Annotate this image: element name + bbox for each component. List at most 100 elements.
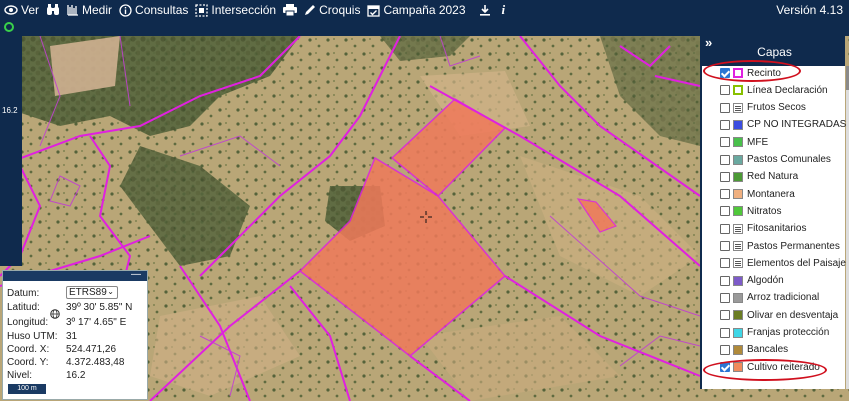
- binoculars-icon: [47, 4, 60, 15]
- layer-swatch: [733, 154, 743, 165]
- nivel-value: 16.2: [66, 370, 86, 381]
- layer-item[interactable]: Nitratos: [720, 203, 781, 219]
- coord-x-value: 524.471,26: [66, 344, 117, 355]
- coord-y-label: Coord. Y:: [7, 357, 49, 368]
- longitude-label: Longitud:: [7, 317, 49, 328]
- download-button[interactable]: [479, 4, 491, 16]
- layer-swatch: [733, 241, 743, 251]
- layer-label: Olivar en desventaja: [747, 309, 839, 321]
- layer-swatch: [733, 171, 743, 182]
- layer-checkbox[interactable]: [720, 85, 730, 96]
- secondary-strip: [0, 20, 849, 36]
- layer-label: Línea Declaración: [747, 84, 828, 96]
- eye-icon: [4, 5, 18, 15]
- layer-item[interactable]: CP NO INTEGRADAS: [720, 117, 846, 133]
- layer-item[interactable]: Montanera: [720, 186, 795, 202]
- layer-item[interactable]: Red Natura: [720, 169, 798, 185]
- info-italic-button[interactable]: i: [502, 2, 506, 18]
- layer-item[interactable]: Fitosanitarios: [720, 221, 806, 237]
- layer-swatch: [733, 223, 743, 234]
- layer-item[interactable]: MFE: [720, 134, 768, 150]
- zoom-bar[interactable]: 16.2: [0, 36, 22, 266]
- layer-checkbox[interactable]: [720, 327, 730, 338]
- scale-bar: 100 m: [7, 383, 47, 395]
- ver-button[interactable]: Ver: [4, 3, 39, 17]
- info-italic-icon: i: [501, 2, 506, 17]
- layer-swatch: [733, 327, 743, 338]
- huso-value: 31: [66, 331, 78, 342]
- coord-x-label: Coord. X:: [7, 344, 50, 355]
- medir-button[interactable]: Medir: [67, 3, 112, 17]
- highlight-recinto: [703, 60, 801, 82]
- layer-label: Pastos Permanentes: [747, 240, 840, 252]
- layers-title: Capas: [757, 45, 792, 59]
- layers-panel: » Capas Recinto Línea Declaración Frutos S…: [700, 35, 846, 389]
- layer-checkbox[interactable]: [720, 171, 730, 182]
- layer-item[interactable]: Elementos del Paisaje: [720, 255, 846, 271]
- print-button[interactable]: [283, 4, 298, 16]
- layer-item[interactable]: Arroz tradicional: [720, 290, 819, 306]
- layer-checkbox[interactable]: [720, 137, 730, 148]
- layer-label: Frutos Secos: [747, 102, 806, 114]
- campana-button[interactable]: Campaña 2023: [367, 3, 466, 17]
- layer-item[interactable]: Olivar en desventaja: [720, 307, 838, 323]
- layer-label: Algodón: [747, 275, 784, 287]
- datum-select[interactable]: ETRS89 ⌄: [66, 286, 118, 299]
- layer-swatch: [733, 119, 743, 130]
- layer-item[interactable]: Bancales: [720, 342, 788, 358]
- layer-checkbox[interactable]: [720, 189, 730, 200]
- layer-checkbox[interactable]: [720, 119, 730, 130]
- pencil-icon: [305, 5, 316, 15]
- layer-checkbox[interactable]: [720, 344, 730, 355]
- coordinates-panel-header: —: [3, 269, 147, 281]
- layer-checkbox[interactable]: [720, 292, 730, 303]
- selection-icon: [195, 3, 209, 17]
- layer-checkbox[interactable]: [720, 258, 730, 269]
- layer-checkbox[interactable]: [720, 310, 730, 321]
- layer-checkbox[interactable]: [720, 223, 730, 234]
- print-icon: [283, 4, 298, 16]
- top-toolbar: Ver Medir Consultas Intersección Croquis…: [0, 0, 849, 20]
- latitude-label: Latitud:: [7, 302, 40, 313]
- layer-item[interactable]: Algodón: [720, 273, 784, 289]
- layer-swatch: [733, 85, 743, 96]
- layer-swatch: [733, 275, 743, 286]
- layer-item[interactable]: Frutos Secos: [720, 100, 806, 116]
- layer-label: Elementos del Paisaje: [747, 257, 846, 269]
- croquis-label: Croquis: [319, 3, 361, 17]
- chevron-down-icon: ⌄: [107, 287, 114, 296]
- layer-item[interactable]: Pastos Comunales: [720, 152, 831, 168]
- layer-item[interactable]: Línea Declaración: [720, 82, 828, 98]
- status-indicator: [4, 22, 14, 32]
- layer-label: MFE: [747, 136, 769, 148]
- croquis-button[interactable]: Croquis: [304, 3, 360, 17]
- info-icon: [119, 3, 132, 17]
- nivel-label: Nivel:: [7, 370, 33, 381]
- layer-item[interactable]: Pastos Permanentes: [720, 238, 840, 254]
- layer-label: Bancales: [747, 344, 789, 356]
- huso-label: Huso UTM:: [7, 331, 58, 342]
- ruler-icon: [67, 5, 79, 16]
- longitude-value: 3º 17' 4.65" E: [66, 317, 127, 328]
- layer-checkbox[interactable]: [720, 206, 730, 217]
- layer-checkbox[interactable]: [720, 241, 730, 251]
- globe-icon: [50, 309, 60, 319]
- coordinates-panel: — Datum: ETRS89 ⌄ Latitud: 39º 30' 5.85"…: [2, 269, 148, 400]
- layer-checkbox[interactable]: [720, 275, 730, 286]
- layer-swatch: [733, 206, 743, 217]
- layer-item[interactable]: Franjas protección: [720, 325, 829, 341]
- ver-label: Ver: [21, 3, 40, 17]
- minimize-button[interactable]: —: [131, 269, 141, 280]
- medir-label: Medir: [82, 3, 113, 17]
- layer-label: Pastos Comunales: [747, 154, 831, 165]
- binoculars-button[interactable]: [46, 4, 60, 16]
- download-icon: [479, 5, 490, 16]
- layer-checkbox[interactable]: [720, 154, 730, 165]
- layer-swatch: [733, 310, 743, 321]
- layer-label: Nitratos: [747, 205, 782, 217]
- layer-swatch: [733, 189, 743, 200]
- interseccion-button[interactable]: Intersección: [195, 3, 276, 17]
- zoom-level: 16.2: [2, 106, 18, 115]
- layer-checkbox[interactable]: [720, 102, 730, 113]
- consultas-button[interactable]: Consultas: [119, 3, 188, 17]
